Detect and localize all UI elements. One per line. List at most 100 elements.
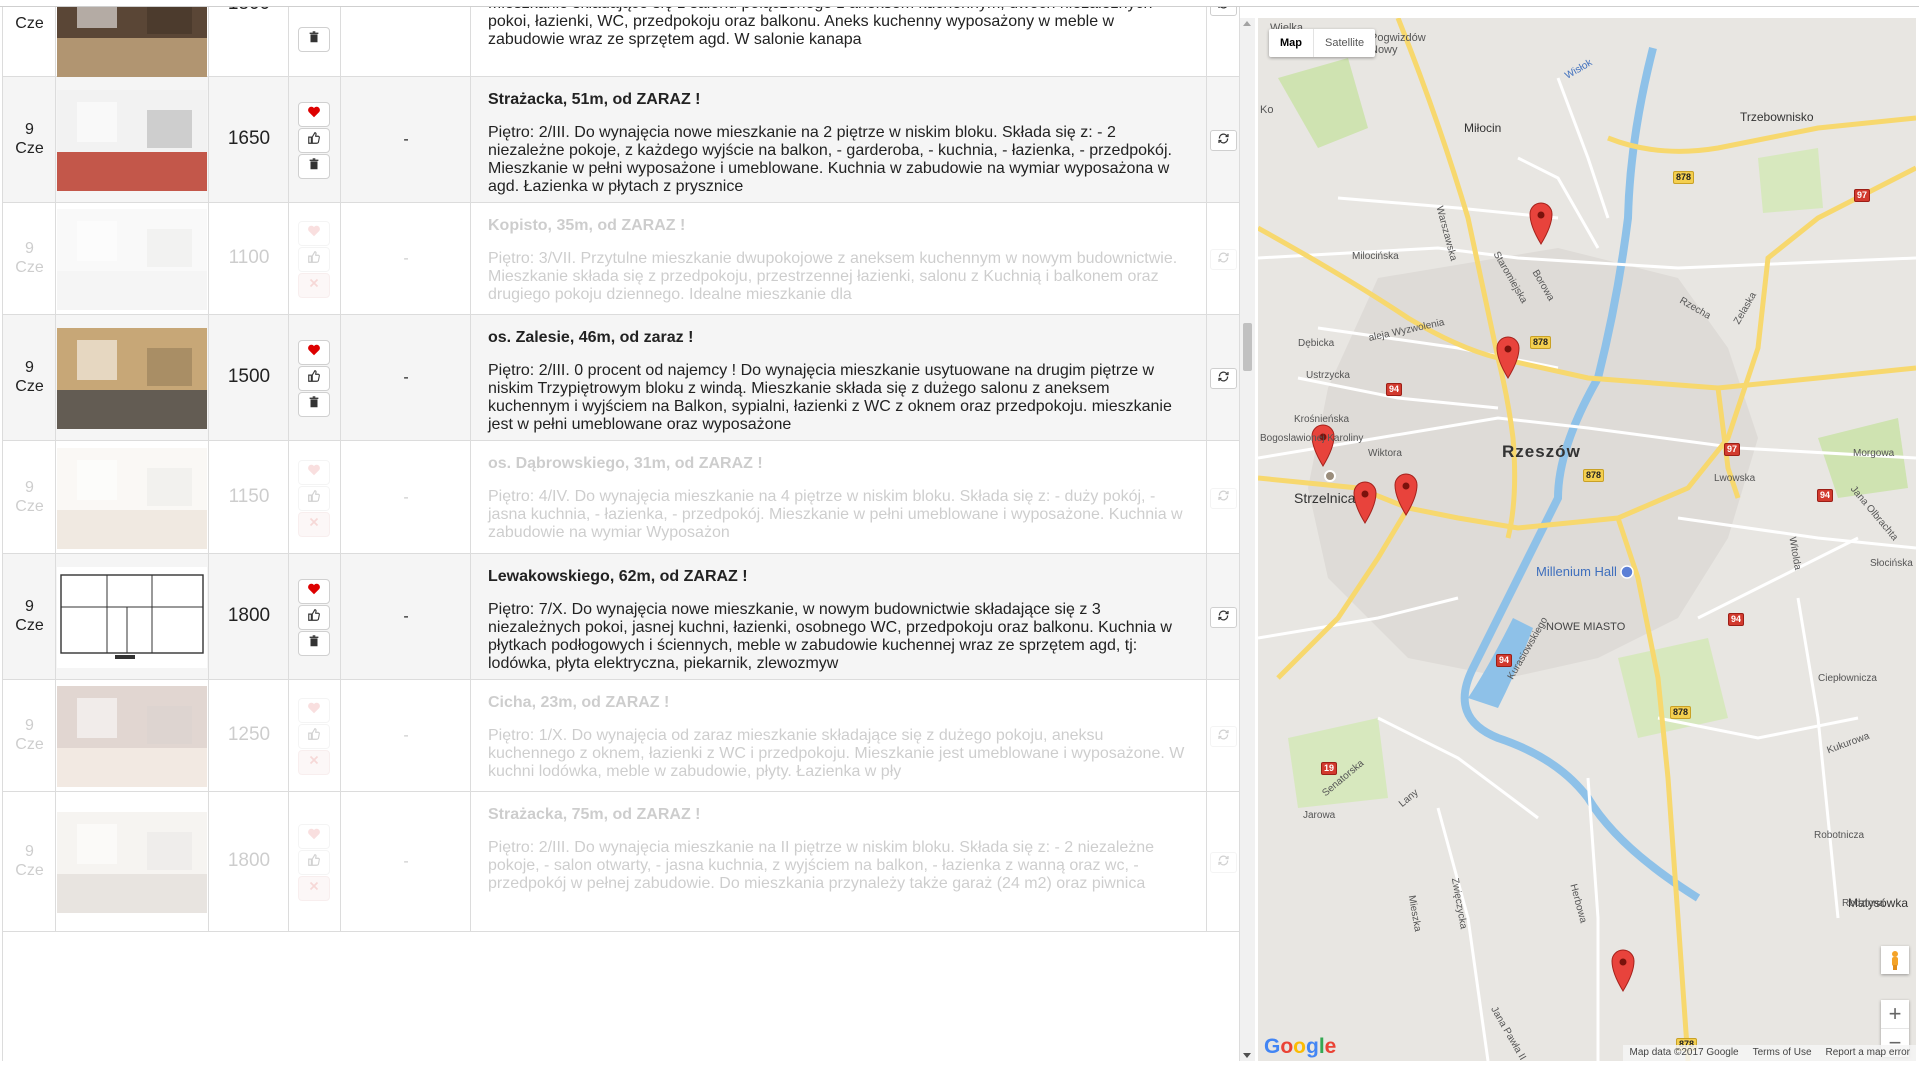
- like-button[interactable]: [298, 605, 330, 630]
- map-street-label: Krośnieńska: [1294, 414, 1350, 425]
- remove-button[interactable]: [298, 511, 330, 537]
- favorite-button[interactable]: [298, 698, 330, 723]
- scroll-up-arrow[interactable]: [1243, 21, 1251, 26]
- like-button[interactable]: [298, 128, 330, 153]
- listing-price: 1800: [209, 7, 289, 15]
- map-street-label: Robotnicza: [1814, 830, 1865, 841]
- map-place-label: Ko: [1260, 104, 1274, 116]
- map[interactable]: Wielka Pogwizdów Nowy Ko Miłocin Trzebow…: [1258, 18, 1916, 1061]
- favorite-button[interactable]: [298, 102, 330, 127]
- map-canvas[interactable]: [1258, 18, 1916, 1061]
- refresh-button[interactable]: [1210, 368, 1237, 389]
- road-shield: 94: [1728, 613, 1745, 626]
- listing-thumbnail[interactable]: [57, 686, 207, 787]
- listing-thumbnail[interactable]: [57, 567, 207, 668]
- listing-title[interactable]: Strażacka, 75m, od ZARAZ !: [488, 806, 701, 824]
- map-street-label: Lwowska: [1714, 473, 1756, 484]
- favorite-button[interactable]: [298, 221, 330, 246]
- listings-table: Cze 1800 Mieszkanie składające się z salon…: [2, 7, 1240, 1061]
- listing-row[interactable]: 9 Cze 1800 - Strażacka, 75m, od ZARAZ ! Piętr…: [3, 792, 1239, 932]
- favorite-button[interactable]: [298, 340, 330, 365]
- listing-thumbnail[interactable]: [57, 447, 207, 549]
- remove-button[interactable]: [298, 876, 330, 901]
- listing-row[interactable]: 9 Cze 1100 - Kopisto, 35m, od ZARAZ ! Piętro:…: [3, 203, 1239, 315]
- remove-button[interactable]: [298, 273, 330, 298]
- description-cell: Lewakowskiego, 62m, od ZARAZ ! Piętro: 7/…: [471, 554, 1207, 679]
- google-logo[interactable]: Google: [1264, 1035, 1336, 1059]
- map-street-label: Bogoslawionej Karoliny: [1260, 433, 1364, 444]
- listing-date: 9 Cze: [3, 120, 56, 158]
- delete-button[interactable]: [298, 27, 330, 52]
- refresh-button[interactable]: [1210, 852, 1237, 873]
- delete-button[interactable]: [298, 631, 330, 656]
- refresh-cell: [1207, 7, 1239, 76]
- road-shield: 94: [1386, 383, 1403, 396]
- listing-description: Mieszkanie składające się z salonu połąc…: [488, 7, 1152, 48]
- listing-extra: -: [403, 727, 409, 744]
- street-view-pegman-icon[interactable]: [1881, 946, 1909, 974]
- listing-thumbnail[interactable]: [57, 90, 207, 191]
- delete-button[interactable]: [298, 154, 330, 179]
- listing-description: Piętro: 4/IV. Do wynajęcia mieszkanie na…: [488, 488, 1183, 541]
- terms-link[interactable]: Terms of Use: [1753, 1045, 1812, 1061]
- favorite-button[interactable]: [298, 459, 330, 485]
- refresh-icon: [1217, 609, 1230, 627]
- favorite-button[interactable]: [298, 579, 330, 604]
- heart-icon: [307, 105, 321, 124]
- refresh-icon: [1217, 728, 1230, 746]
- like-button[interactable]: [298, 366, 330, 391]
- favorite-button[interactable]: [298, 824, 330, 849]
- listings-scrollbar[interactable]: [1240, 18, 1255, 1061]
- scroll-down-arrow[interactable]: [1243, 1053, 1251, 1058]
- listing-row[interactable]: 9 Cze 1150 - os. Dąbrowskiego, 31m, od ZARAZ…: [3, 441, 1239, 554]
- scroll-thumb[interactable]: [1243, 323, 1252, 371]
- delete-button[interactable]: [298, 392, 330, 417]
- like-button[interactable]: [298, 724, 330, 749]
- listing-extra: -: [403, 250, 409, 267]
- listing-row[interactable]: 9 Cze 1800 - Lewakowskiego, 62m, od ZARAZ ! P…: [3, 554, 1239, 680]
- listing-thumbnail[interactable]: [57, 7, 207, 77]
- road-shield: 97: [1724, 443, 1741, 456]
- image-cell: [56, 554, 209, 679]
- listing-title[interactable]: Kopisto, 35m, od ZARAZ !: [488, 217, 685, 235]
- price-cell: 1100: [209, 203, 289, 314]
- like-button[interactable]: [298, 850, 330, 875]
- listing-thumbnail[interactable]: [57, 812, 207, 913]
- listing-row[interactable]: 9 Cze 1650 - Strażacka, 51m, od ZARAZ ! Piętr…: [3, 77, 1239, 203]
- price-cell: 1800: [209, 792, 289, 931]
- map-type-map-button[interactable]: Map: [1269, 29, 1313, 57]
- listing-row[interactable]: Cze 1800 Mieszkanie składające się z salon…: [3, 7, 1239, 77]
- map-street-label: Dębicka: [1298, 338, 1335, 349]
- zoom-in-button[interactable]: +: [1881, 1000, 1909, 1029]
- close-icon: [307, 753, 321, 772]
- listing-title[interactable]: Lewakowskiego, 62m, od ZARAZ !: [488, 568, 748, 586]
- listing-title[interactable]: os. Zalesie, 46m, od zaraz !: [488, 329, 693, 347]
- refresh-button[interactable]: [1210, 249, 1237, 270]
- listing-price: 1650: [227, 128, 271, 149]
- refresh-cell: [1207, 792, 1239, 931]
- listing-title[interactable]: Strażacka, 51m, od ZARAZ !: [488, 91, 701, 109]
- listing-thumbnail[interactable]: [57, 209, 207, 310]
- listing-row[interactable]: 9 Cze 1500 - os. Zalesie, 46m, od zaraz ! Pię…: [3, 315, 1239, 441]
- trash-icon: [307, 395, 321, 414]
- listing-row[interactable]: 9 Cze 1250 - Cicha, 23m, od ZARAZ ! Piętro: 1…: [3, 680, 1239, 792]
- refresh-cell: [1207, 441, 1239, 553]
- refresh-button[interactable]: [1210, 726, 1237, 747]
- listing-price: 1250: [227, 724, 271, 745]
- thumbs-up-icon: [307, 853, 321, 872]
- listing-title[interactable]: Cicha, 23m, od ZARAZ !: [488, 694, 669, 712]
- heart-icon: [307, 582, 321, 601]
- listing-thumbnail[interactable]: [57, 328, 207, 429]
- like-button[interactable]: [298, 247, 330, 272]
- remove-button[interactable]: [298, 750, 330, 775]
- like-button[interactable]: [298, 485, 330, 511]
- listing-title[interactable]: os. Dąbrowskiego, 31m, od ZARAZ !: [488, 455, 763, 473]
- refresh-button[interactable]: [1210, 130, 1237, 151]
- refresh-button[interactable]: [1210, 607, 1237, 628]
- refresh-button[interactable]: [1210, 7, 1237, 16]
- extra-cell: [341, 7, 471, 76]
- map-type-satellite-button[interactable]: Satellite: [1313, 29, 1375, 57]
- refresh-button[interactable]: [1210, 487, 1237, 509]
- report-error-link[interactable]: Report a map error: [1826, 1045, 1910, 1061]
- actions-cell: [289, 792, 341, 931]
